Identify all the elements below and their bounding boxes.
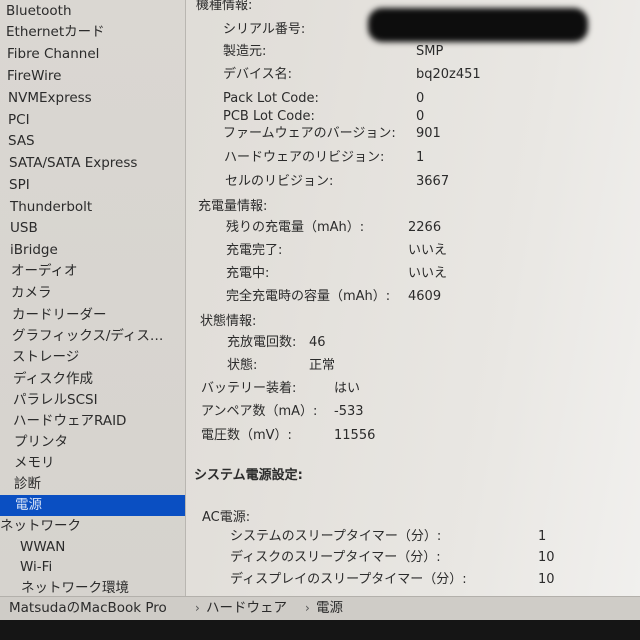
charge-info-heading: 充電量情報: xyxy=(198,199,268,214)
detail-pane: 機種情報: シリアル番号: 製造元: SMP デバイス名: bq20z451 P… xyxy=(187,0,640,596)
chevron-right-icon: › xyxy=(305,601,310,615)
charging-label: 充電中: xyxy=(226,266,270,281)
path-item[interactable]: 電源 xyxy=(316,597,343,619)
manufacturer-value: SMP xyxy=(416,44,444,59)
model-info-heading: 機種情報: xyxy=(196,0,253,13)
cell-revision-label: セルのリビジョン: xyxy=(225,174,334,189)
health-info-heading: 状態情報: xyxy=(200,314,257,329)
sidebar-item-card-reader[interactable]: カードリーダー xyxy=(0,305,185,326)
sidebar-item-network[interactable]: ネットワーク xyxy=(0,516,185,537)
sidebar-item-fibre-channel[interactable]: Fibre Channel xyxy=(0,44,185,65)
sidebar-item-thunderbolt[interactable]: Thunderbolt xyxy=(0,197,185,218)
hardware-revision-value: 1 xyxy=(416,150,425,165)
screen-bezel xyxy=(0,620,640,640)
sidebar-item-graphics-displays[interactable]: グラフィックス/ディス… xyxy=(0,326,185,347)
fully-charged-value: いいえ xyxy=(408,243,448,258)
sidebar-item-usb[interactable]: USB xyxy=(0,218,185,239)
hardware-revision-label: ハードウェアのリビジョン: xyxy=(224,150,385,165)
sidebar-item-power[interactable]: 電源 xyxy=(0,495,185,516)
sidebar-item-hardware-raid[interactable]: ハードウェアRAID xyxy=(0,411,185,432)
sidebar-item-bluetooth[interactable]: Bluetooth xyxy=(0,1,185,22)
sidebar-item-wifi[interactable]: Wi-Fi xyxy=(0,557,185,578)
full-capacity-value: 4609 xyxy=(408,289,442,304)
firmware-value: 901 xyxy=(416,126,441,141)
path-category[interactable]: ハードウェア xyxy=(206,597,287,619)
sidebar-item-nvmexpress[interactable]: NVMExpress xyxy=(0,88,185,109)
sidebar-item-printers[interactable]: プリンタ xyxy=(0,432,185,453)
pack-lot-label: Pack Lot Code: xyxy=(223,91,319,106)
cycle-count-label: 充放電回数: xyxy=(227,335,297,350)
manufacturer-label: 製造元: xyxy=(223,44,267,59)
fully-charged-label: 充電完了: xyxy=(226,243,283,258)
amperage-value: -533 xyxy=(334,404,364,419)
sidebar-item-disc-burning[interactable]: ディスク作成 xyxy=(0,369,185,390)
sidebar-item-locations[interactable]: ネットワーク環境 xyxy=(0,578,185,596)
serial-number-redaction xyxy=(368,8,588,42)
sidebar-item-ethernet[interactable]: Ethernetカード xyxy=(0,22,185,43)
firmware-label: ファームウェアのバージョン: xyxy=(223,126,396,141)
cell-revision-value: 3667 xyxy=(416,174,450,189)
sidebar-item-parallel-scsi[interactable]: パラレルSCSI xyxy=(0,390,185,411)
ac-power-heading: AC電源: xyxy=(202,510,251,525)
voltage-label: 電圧数（mV）: xyxy=(201,428,292,443)
system-sleep-value: 1 xyxy=(538,529,547,544)
power-settings-heading: システム電源設定: xyxy=(194,468,303,483)
path-bar: MatsudaのMacBook Pro › ハードウェア › 電源 xyxy=(0,596,640,620)
amperage-label: アンペア数（mA）: xyxy=(201,404,318,419)
sidebar-item-firewire[interactable]: FireWire xyxy=(0,66,185,87)
pcb-lot-value: 0 xyxy=(416,109,425,124)
serial-label: シリアル番号: xyxy=(223,22,306,37)
condition-label: 状態: xyxy=(227,358,258,373)
system-sleep-label: システムのスリープタイマー（分）: xyxy=(230,529,442,544)
cycle-count-value: 46 xyxy=(309,335,326,350)
full-capacity-label: 完全充電時の容量（mAh）: xyxy=(226,289,391,304)
remaining-charge-label: 残りの充電量（mAh）: xyxy=(226,220,365,235)
disk-sleep-value: 10 xyxy=(538,550,555,565)
remaining-charge-value: 2266 xyxy=(408,220,442,235)
sidebar-item-spi[interactable]: SPI xyxy=(0,175,185,196)
pack-lot-value: 0 xyxy=(416,91,425,106)
system-information-window: Bluetooth Ethernetカード Fibre Channel Fire… xyxy=(0,0,640,620)
charging-value: いいえ xyxy=(408,266,448,281)
sidebar-item-memory[interactable]: メモリ xyxy=(0,453,185,474)
sidebar-item-ibridge[interactable]: iBridge xyxy=(0,240,185,261)
sidebar[interactable]: Bluetooth Ethernetカード Fibre Channel Fire… xyxy=(0,0,186,596)
sidebar-item-sata[interactable]: SATA/SATA Express xyxy=(0,153,185,174)
path-computer[interactable]: MatsudaのMacBook Pro xyxy=(9,597,167,619)
sidebar-item-camera[interactable]: カメラ xyxy=(0,283,185,304)
display-sleep-value: 10 xyxy=(538,572,555,587)
sidebar-item-diagnostics[interactable]: 診断 xyxy=(0,474,185,495)
display-sleep-label: ディスプレイのスリープタイマー（分）: xyxy=(230,572,467,587)
pcb-lot-label: PCB Lot Code: xyxy=(223,109,315,124)
sidebar-item-wwan[interactable]: WWAN xyxy=(0,537,185,558)
battery-installed-value: はい xyxy=(334,381,361,396)
disk-sleep-label: ディスクのスリープタイマー（分）: xyxy=(230,550,441,565)
sidebar-item-pci[interactable]: PCI xyxy=(0,110,185,131)
device-name-label: デバイス名: xyxy=(223,67,292,82)
battery-installed-label: バッテリー装着: xyxy=(201,381,297,396)
condition-value: 正常 xyxy=(309,358,336,373)
chevron-right-icon: › xyxy=(195,601,200,615)
sidebar-item-audio[interactable]: オーディオ xyxy=(0,261,185,282)
voltage-value: 11556 xyxy=(334,428,376,443)
sidebar-item-sas[interactable]: SAS xyxy=(0,131,185,152)
sidebar-item-storage[interactable]: ストレージ xyxy=(0,347,185,368)
device-name-value: bq20z451 xyxy=(416,67,481,82)
